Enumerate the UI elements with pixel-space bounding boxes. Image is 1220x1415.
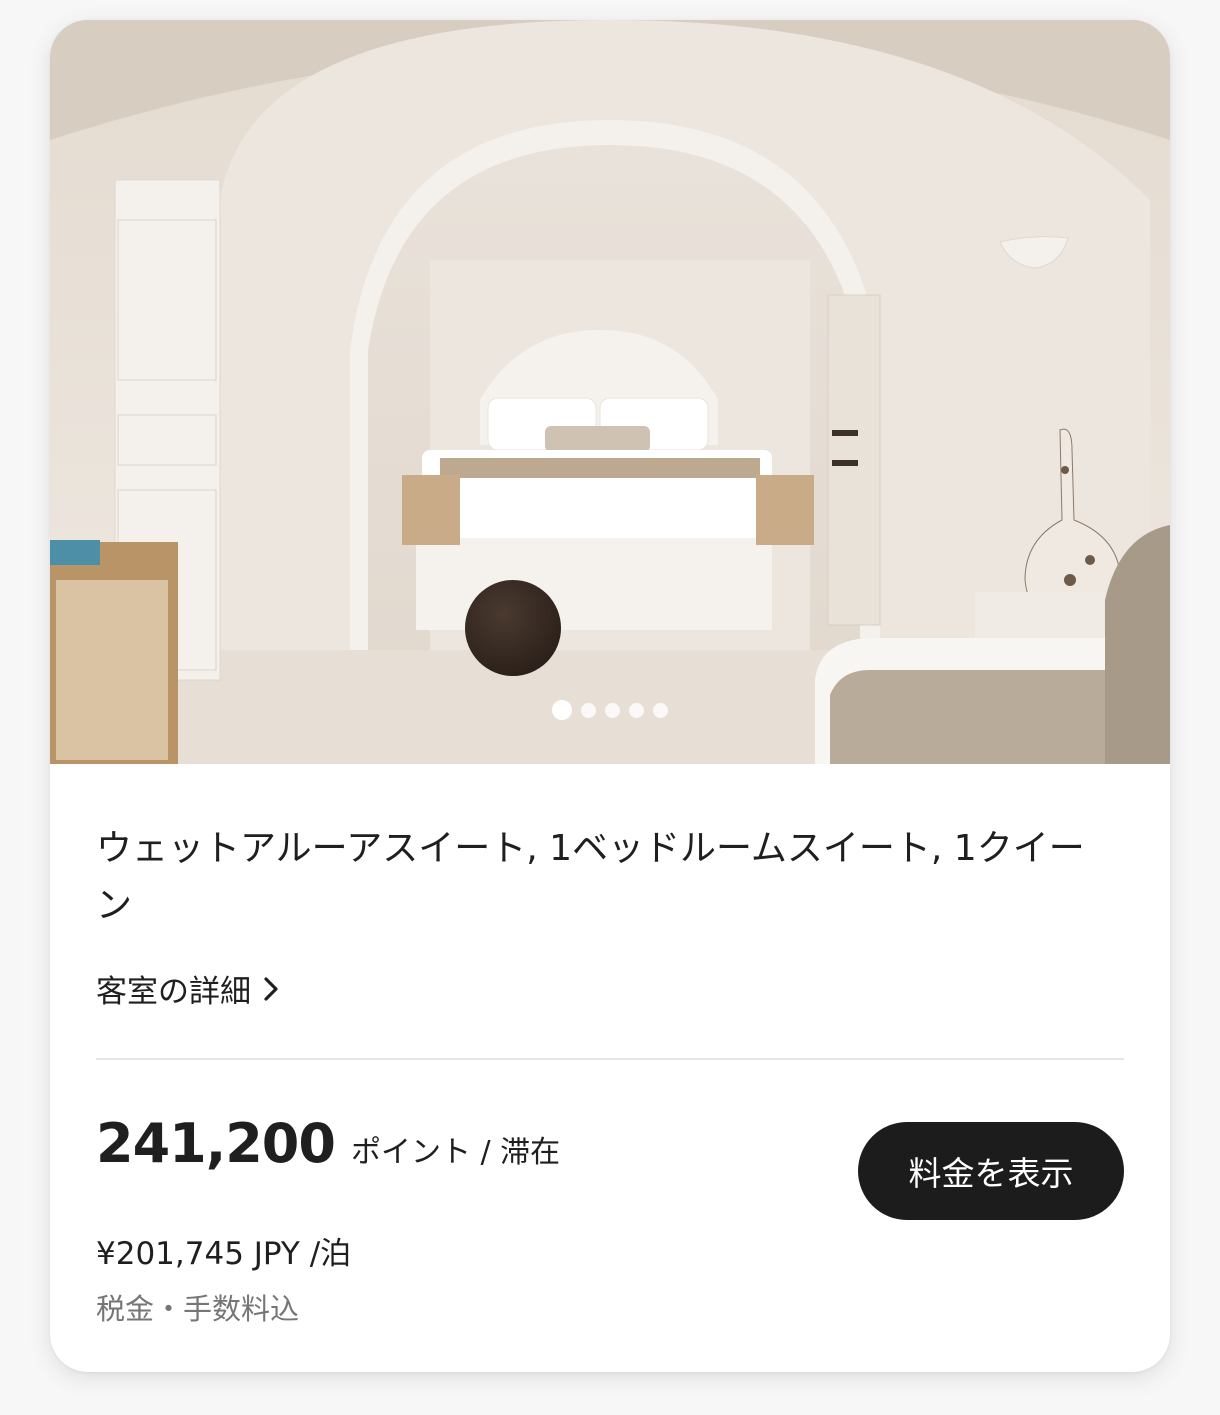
points-price: 241,200 ポイント / 滞在 [96, 1112, 560, 1175]
carousel-dot[interactable] [629, 702, 644, 718]
room-title: ウェットアルーアスイート, 1ベッドルームスイート, 1クイーン [96, 828, 1085, 926]
yen-amount: ¥201,745 [96, 1236, 244, 1272]
room-photo[interactable] [50, 20, 1170, 764]
divider [96, 1058, 1124, 1060]
tax-note: 税金・手数料込 [96, 1292, 300, 1326]
room-details-label: 客室の詳細 [96, 974, 251, 1010]
carousel-dot[interactable] [605, 702, 620, 718]
yen-price: ¥201,745 JPY /泊 [96, 1228, 351, 1273]
chevron-right-icon [263, 976, 279, 1002]
room-photo-illustration [50, 20, 1170, 764]
room-details-link[interactable]: 客室の詳細 [96, 966, 279, 1011]
yen-currency: JPY [253, 1236, 300, 1272]
carousel-dot[interactable] [653, 702, 668, 718]
carousel-indicator[interactable] [50, 700, 1170, 720]
points-unit: ポイント / 滞在 [350, 1135, 561, 1170]
carousel-dot[interactable] [552, 700, 572, 720]
points-value: 241,200 [96, 1112, 336, 1175]
yen-per-night: /泊 [309, 1236, 352, 1272]
view-rates-button[interactable]: 料金を表示 [858, 1122, 1124, 1220]
room-card: ウェットアルーアスイート, 1ベッドルームスイート, 1クイーン 客室の詳細 2… [50, 20, 1170, 1372]
carousel-dot[interactable] [581, 702, 596, 718]
